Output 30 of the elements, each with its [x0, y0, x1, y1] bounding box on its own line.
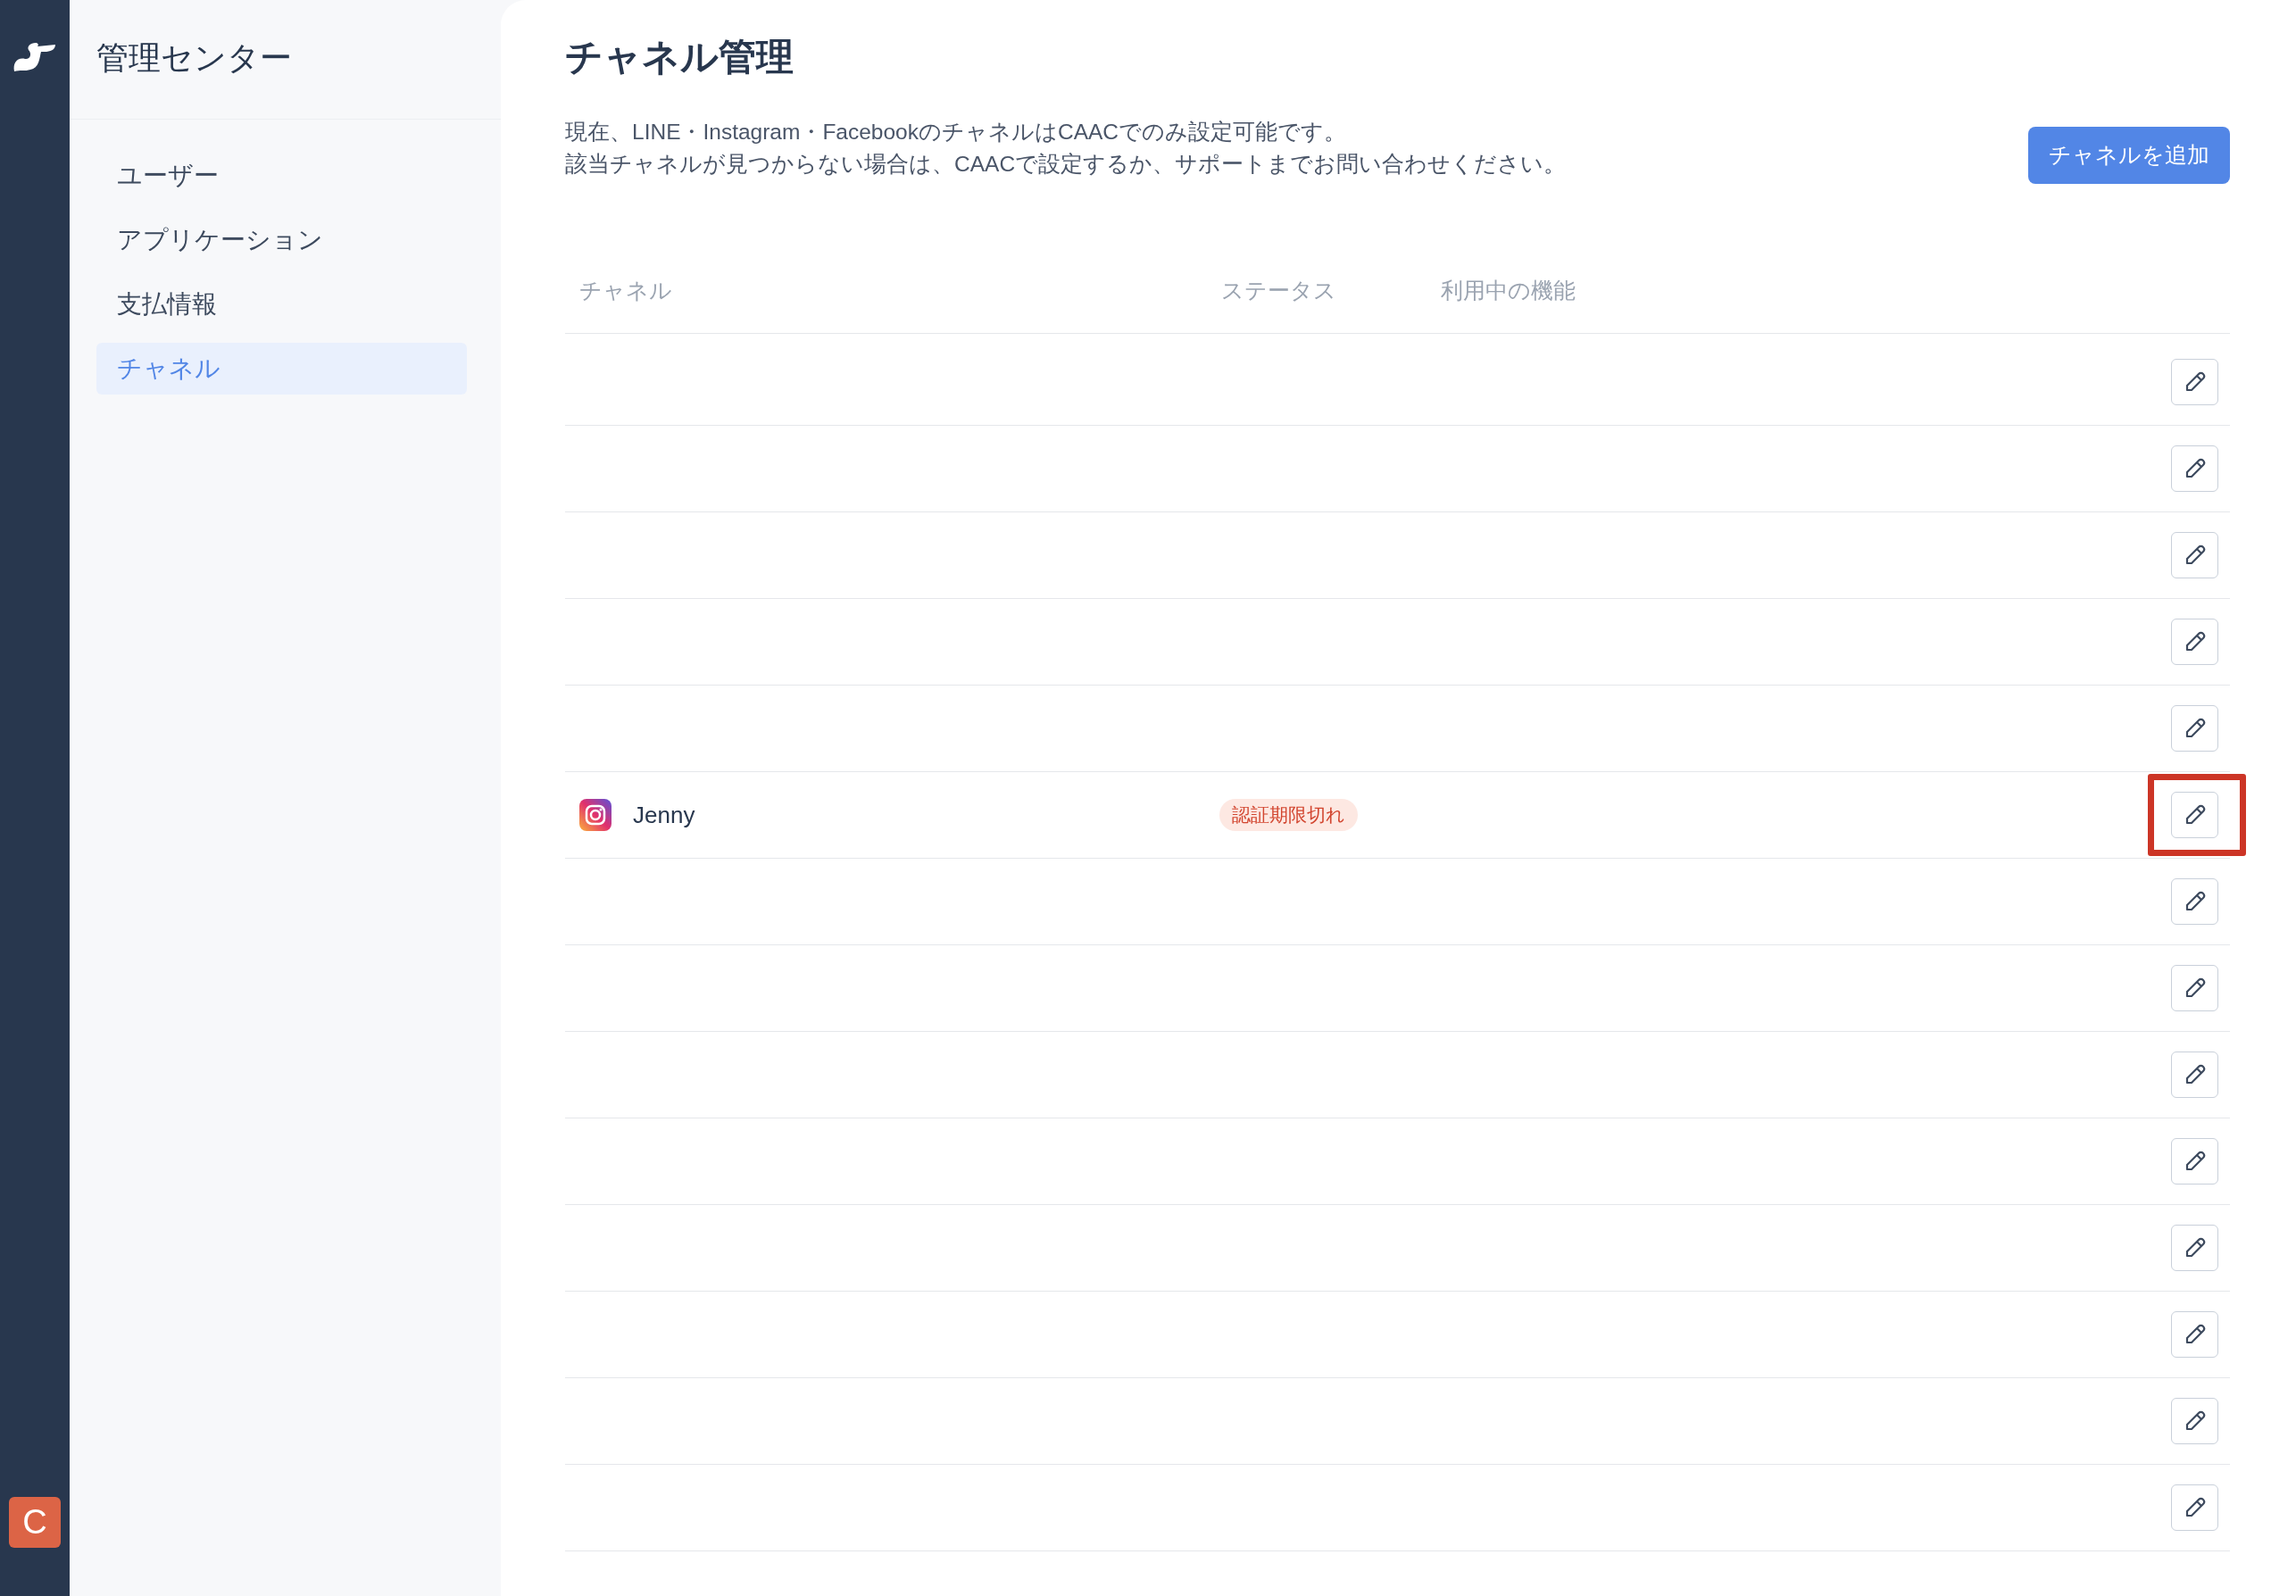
add-channel-button[interactable]: チャネルを追加	[2028, 127, 2230, 184]
sidebar-item[interactable]: ユーザー	[96, 150, 467, 202]
sidebar-title: 管理センター	[96, 37, 292, 78]
edit-button[interactable]	[2171, 532, 2218, 578]
edit-button[interactable]	[2171, 359, 2218, 405]
description-text: 該当チャネルが見つからない場合は、CAACで設定するか、サポートまでお問い合わせください。	[565, 151, 1567, 178]
edit-button[interactable]	[2171, 1484, 2218, 1531]
edit-button[interactable]	[2171, 1225, 2218, 1271]
page-title: チャネル管理	[565, 35, 794, 79]
camera-app-icon	[579, 799, 611, 831]
column-header: 利用中の機能	[1441, 277, 1576, 303]
edit-button[interactable]	[2171, 619, 2218, 665]
column-header: チャネル	[579, 277, 672, 303]
edit-button[interactable]	[2171, 445, 2218, 492]
user-avatar[interactable]: C	[9, 1497, 61, 1548]
edit-button[interactable]	[2171, 1311, 2218, 1358]
edit-button[interactable]	[2171, 1138, 2218, 1185]
edit-button[interactable]	[2171, 792, 2218, 838]
status-badge: 認証期限切れ	[1219, 799, 1358, 831]
bird-logo-icon[interactable]	[12, 41, 57, 73]
edit-button[interactable]	[2171, 705, 2218, 752]
sidebar-item[interactable]: アプリケーション	[96, 214, 467, 266]
sidebar-item[interactable]: 支払情報	[96, 278, 467, 330]
channel-name: Jenny	[633, 800, 695, 830]
column-header: ステータス	[1221, 277, 1336, 303]
edit-button[interactable]	[2171, 1052, 2218, 1098]
description-text: 現在、LINE・Instagram・FacebookのチャネルはCAACでのみ設定可能です。	[565, 119, 1348, 145]
edit-button[interactable]	[2171, 878, 2218, 925]
edit-button[interactable]	[2171, 965, 2218, 1011]
edit-button[interactable]	[2171, 1398, 2218, 1444]
